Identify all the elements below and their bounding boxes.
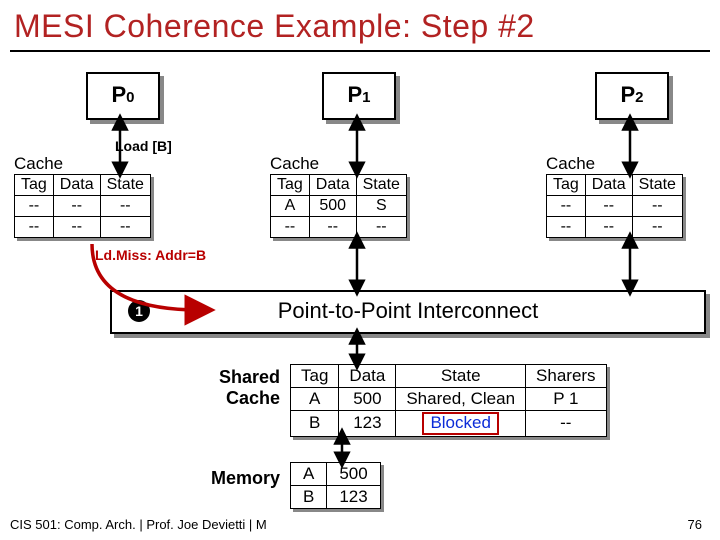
cache1-table: Tag Data State A 500 S -- -- -- (270, 174, 407, 238)
title-underline (10, 50, 710, 52)
cache1-r0c2: S (356, 196, 406, 217)
processor-p2-label: P (620, 82, 635, 107)
processor-p2-box: P2 (595, 72, 669, 120)
memory-table: A 500 B 123 (290, 462, 381, 509)
cache0-r0c1: -- (53, 196, 100, 217)
cache0-r1c1: -- (53, 217, 100, 238)
cache1-r0c0: A (271, 196, 310, 217)
interconnect-box: Point-to-Point Interconnect (110, 290, 706, 334)
mem-r0c1: 500 (327, 463, 380, 486)
cache1-block: Cache Tag Data State A 500 S -- -- -- (270, 154, 407, 238)
cache0-block: Cache Tag Data State -- -- -- -- -- -- (14, 154, 151, 238)
processor-p0-sub: 0 (126, 89, 134, 106)
ldmiss-label: Ld.Miss: Addr=B (95, 247, 206, 263)
shared-cache-label-2: Cache (200, 388, 280, 409)
cache2-h2: State (632, 175, 682, 196)
cache0-h0: Tag (15, 175, 54, 196)
cache1-h2: State (356, 175, 406, 196)
mem-r1c1: 123 (327, 486, 380, 509)
shared-r0-sharers: P 1 (526, 388, 607, 411)
cache2-label: Cache (546, 154, 683, 174)
shared-h2: State (396, 365, 526, 388)
cache1-r1c0: -- (271, 217, 310, 238)
cache1-h1: Data (309, 175, 356, 196)
cache2-r0c0: -- (547, 196, 586, 217)
cache0-h2: State (100, 175, 150, 196)
cache2-r1c0: -- (547, 217, 586, 238)
shared-r1-state: Blocked (396, 411, 526, 437)
cache1-r1c1: -- (309, 217, 356, 238)
cache0-r0c2: -- (100, 196, 150, 217)
processor-p2-sub: 2 (635, 89, 643, 106)
cache0-label: Cache (14, 154, 151, 174)
cache0-r1c2: -- (100, 217, 150, 238)
shared-r0-tag: A (291, 388, 339, 411)
processor-p1-box: P1 (322, 72, 396, 120)
processor-p1-label: P (347, 82, 362, 107)
shared-cache-label: Shared Cache (200, 367, 280, 409)
cache2-h1: Data (585, 175, 632, 196)
shared-h0: Tag (291, 365, 339, 388)
cache2-r1c1: -- (585, 217, 632, 238)
processor-p1-sub: 1 (362, 89, 370, 106)
cache1-r1c2: -- (356, 217, 406, 238)
processor-p0-box: P0 (86, 72, 160, 120)
cache2-table: Tag Data State -- -- -- -- -- -- (546, 174, 683, 238)
slide-title: MESI Coherence Example: Step #2 (14, 8, 535, 45)
cache0-table: Tag Data State -- -- -- -- -- -- (14, 174, 151, 238)
shared-cache-table: Tag Data State Sharers A 500 Shared, Cle… (290, 364, 607, 437)
cache1-r0c1: 500 (309, 196, 356, 217)
shared-h3: Sharers (526, 365, 607, 388)
cache0-r0c0: -- (15, 196, 54, 217)
cache1-label: Cache (270, 154, 407, 174)
shared-r1-sharers: -- (526, 411, 607, 437)
shared-r1-tag: B (291, 411, 339, 437)
memory-label: Memory (200, 468, 280, 489)
footer-left: CIS 501: Comp. Arch. | Prof. Joe Deviett… (10, 517, 267, 532)
cache2-r0c2: -- (632, 196, 682, 217)
blocked-state: Blocked (422, 412, 498, 435)
interconnect-label: Point-to-Point Interconnect (278, 298, 538, 323)
step-badge-1: 1 (128, 300, 150, 322)
mem-r1c0: B (291, 486, 327, 509)
shared-r0-state: Shared, Clean (396, 388, 526, 411)
cache0-r1c0: -- (15, 217, 54, 238)
processor-p0-label: P (111, 82, 126, 107)
load-label: Load [B] (115, 138, 172, 154)
cache2-r0c1: -- (585, 196, 632, 217)
shared-h1: Data (339, 365, 396, 388)
shared-r0-data: 500 (339, 388, 396, 411)
shared-cache-label-1: Shared (200, 367, 280, 388)
cache2-h0: Tag (547, 175, 586, 196)
mem-r0c0: A (291, 463, 327, 486)
shared-r1-data: 123 (339, 411, 396, 437)
cache2-block: Cache Tag Data State -- -- -- -- -- -- (546, 154, 683, 238)
footer-right-page: 76 (688, 517, 702, 532)
cache2-r1c2: -- (632, 217, 682, 238)
cache1-h0: Tag (271, 175, 310, 196)
cache0-h1: Data (53, 175, 100, 196)
